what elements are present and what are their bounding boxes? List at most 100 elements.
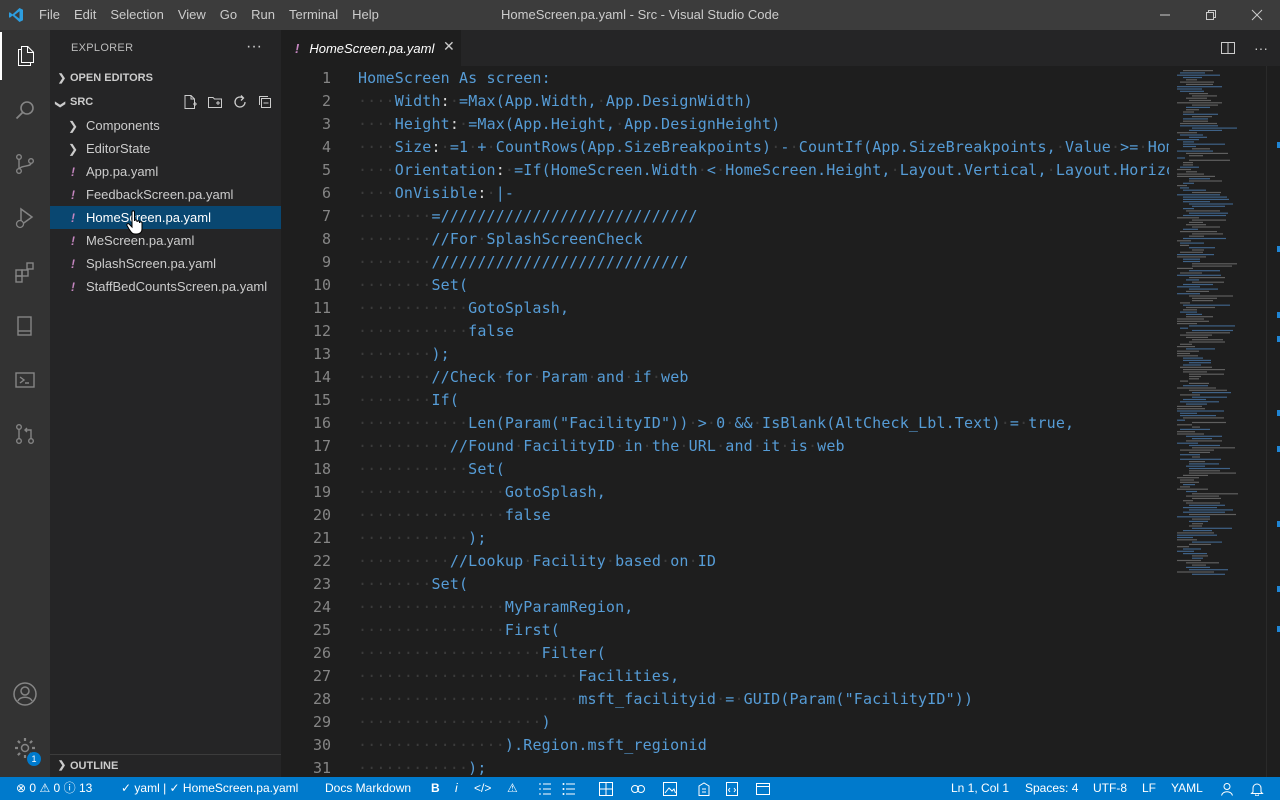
minimap-line bbox=[1180, 72, 1205, 74]
minimap[interactable] bbox=[1169, 66, 1266, 777]
code-line[interactable]: ····OnVisible:·|- bbox=[358, 182, 514, 205]
tree-file-staffbedcountsscreen[interactable]: ! StaffBedCountsScreen.pa.yaml bbox=[50, 275, 281, 298]
image-icon[interactable] bbox=[663, 782, 677, 796]
encoding-status[interactable]: UTF-8 bbox=[1093, 777, 1127, 800]
menu-terminal[interactable]: Terminal bbox=[282, 0, 345, 30]
refresh-icon[interactable] bbox=[232, 94, 248, 110]
code-line[interactable]: ················).Region.msft_regionid bbox=[358, 734, 707, 757]
bullet-list-icon[interactable] bbox=[562, 782, 576, 796]
menu-help[interactable]: Help bbox=[345, 0, 386, 30]
code-line[interactable]: ············false bbox=[358, 320, 514, 343]
extensions-activity[interactable] bbox=[0, 248, 50, 296]
more-actions-button[interactable]: ··· bbox=[246, 38, 262, 56]
indentation-status[interactable]: Spaces: 4 bbox=[1025, 777, 1078, 800]
tree-folder-editorstate[interactable]: ❯ EditorState bbox=[50, 137, 281, 160]
more-actions-icon[interactable]: ··· bbox=[1254, 40, 1268, 56]
tree-file-feedbackscreen[interactable]: ! FeedbackScreen.pa.yaml bbox=[50, 183, 281, 206]
menu-edit[interactable]: Edit bbox=[67, 0, 103, 30]
link-icon[interactable] bbox=[630, 782, 646, 796]
outline-section[interactable]: ❯ OUTLINE bbox=[50, 754, 281, 776]
building-icon[interactable] bbox=[697, 782, 711, 796]
close-window-button[interactable] bbox=[1234, 0, 1280, 30]
code-line[interactable]: ········//Check·for·Param·and·if·web bbox=[358, 366, 689, 389]
code-line[interactable]: ········//////////////////////////// bbox=[358, 251, 689, 274]
menu-file[interactable]: File bbox=[32, 0, 67, 30]
language-mode[interactable]: YAML bbox=[1171, 777, 1203, 800]
terminal-activity[interactable] bbox=[0, 356, 50, 404]
run-debug-activity[interactable] bbox=[0, 194, 50, 242]
minimize-button[interactable] bbox=[1142, 0, 1188, 30]
menu-run[interactable]: Run bbox=[244, 0, 282, 30]
code-line[interactable]: ········Set( bbox=[358, 573, 468, 596]
code-line[interactable]: ········//For·SplashScreenCheck bbox=[358, 228, 643, 251]
search-activity[interactable] bbox=[0, 86, 50, 134]
code-editor[interactable]: 1 2 3 4 5 6 7 8 9 10 11 12 13 14 15 16 17 18 19 20 21 22 23 24 2… bbox=[281, 66, 1169, 777]
code-line[interactable]: ····················Filter( bbox=[358, 642, 606, 665]
problems-indicator[interactable]: ⊗ 0 ⚠ 0 ⓘ 13 bbox=[16, 777, 92, 800]
cursor-position[interactable]: Ln 1, Col 1 bbox=[951, 777, 1009, 800]
code-line[interactable]: ····Width:·=Max(App.Width,·App.DesignWid… bbox=[358, 90, 753, 113]
table-icon[interactable] bbox=[599, 782, 613, 796]
tree-file-homescreen[interactable]: ! HomeScreen.pa.yaml bbox=[50, 206, 281, 229]
numbered-list-icon[interactable] bbox=[538, 782, 552, 796]
code-line[interactable]: ············); bbox=[358, 757, 487, 777]
code-line[interactable]: ············); bbox=[358, 527, 487, 550]
new-folder-icon[interactable] bbox=[207, 94, 223, 110]
code-line[interactable]: ························Facilities, bbox=[358, 665, 679, 688]
tree-file-splashscreen[interactable]: ! SplashScreen.pa.yaml bbox=[50, 252, 281, 275]
tree-file-mescreen[interactable]: ! MeScreen.pa.yaml bbox=[50, 229, 281, 252]
menu-go[interactable]: Go bbox=[213, 0, 244, 30]
menu-selection[interactable]: Selection bbox=[103, 0, 170, 30]
code-line[interactable]: ····Orientation:·=If(HomeScreen.Width·<·… bbox=[358, 159, 1169, 182]
minimap-line bbox=[1189, 362, 1211, 364]
code-line[interactable]: ················MyParamRegion, bbox=[358, 596, 633, 619]
manage-activity[interactable]: 1 bbox=[0, 724, 50, 772]
code-line[interactable]: ··········//Lookup·Facility·based·on·ID bbox=[358, 550, 716, 573]
yaml-schema-status[interactable]: ✓ yaml | ✓ HomeScreen.pa.yaml bbox=[121, 777, 298, 800]
collapse-all-icon[interactable] bbox=[257, 94, 273, 110]
vertical-scrollbar[interactable] bbox=[1266, 66, 1280, 777]
source-control-activity[interactable] bbox=[0, 140, 50, 188]
file-code-icon[interactable] bbox=[725, 782, 739, 796]
feedback-button[interactable] bbox=[1220, 777, 1234, 800]
code-line[interactable]: ········); bbox=[358, 343, 450, 366]
tree-item-label: SplashScreen.pa.yaml bbox=[86, 256, 217, 271]
code-line[interactable]: HomeScreen As screen: bbox=[358, 67, 551, 90]
tree-folder-components[interactable]: ❯ Components bbox=[50, 114, 281, 137]
code-line[interactable]: ················false bbox=[358, 504, 551, 527]
code-line[interactable]: ··········//Found·FacilityID·in·the·URL·… bbox=[358, 435, 845, 458]
code-line[interactable]: ········If( bbox=[358, 389, 459, 412]
notebook-activity[interactable] bbox=[0, 302, 50, 350]
code-line[interactable]: ····················) bbox=[358, 711, 551, 734]
restore-button[interactable] bbox=[1188, 0, 1234, 30]
src-section[interactable]: ❯ SRC bbox=[50, 91, 281, 113]
bold-button[interactable]: B bbox=[431, 777, 440, 800]
new-file-icon[interactable] bbox=[182, 94, 198, 110]
explorer-activity[interactable] bbox=[0, 32, 50, 80]
accounts-activity[interactable] bbox=[0, 670, 50, 718]
notifications-button[interactable] bbox=[1250, 777, 1264, 800]
tree-file-app[interactable]: ! App.pa.yaml bbox=[50, 160, 281, 183]
code-line[interactable]: ················First( bbox=[358, 619, 560, 642]
code-line[interactable]: ············Len(Param("FacilityID"))·>·0… bbox=[358, 412, 1074, 435]
minimap-line bbox=[1183, 162, 1193, 164]
code-line[interactable]: ············GotoSplash, bbox=[358, 297, 569, 320]
code-line[interactable]: ····Height:·=Max(App.Height,·App.DesignH… bbox=[358, 113, 780, 136]
docs-markdown-status[interactable]: Docs Markdown bbox=[325, 777, 411, 800]
italic-button[interactable]: i bbox=[455, 777, 458, 800]
split-editor-icon[interactable] bbox=[1220, 40, 1236, 56]
window-icon[interactable] bbox=[756, 782, 770, 796]
code-line[interactable]: ············Set( bbox=[358, 458, 505, 481]
menu-view[interactable]: View bbox=[171, 0, 213, 30]
code-line[interactable]: ························msft_facilityid·… bbox=[358, 688, 973, 711]
tab-homescreen[interactable]: ! HomeScreen.pa.yaml ✕ bbox=[281, 30, 461, 66]
open-editors-section[interactable]: ❯ OPEN EDITORS bbox=[50, 67, 281, 89]
code-line[interactable]: ········Set( bbox=[358, 274, 468, 297]
code-button[interactable]: </> bbox=[474, 777, 491, 800]
close-tab-icon[interactable]: ✕ bbox=[443, 38, 455, 55]
code-line[interactable]: ········=//////////////////////////// bbox=[358, 205, 698, 228]
eol-status[interactable]: LF bbox=[1142, 777, 1156, 800]
pull-requests-activity[interactable] bbox=[0, 410, 50, 458]
code-line[interactable]: ················GotoSplash, bbox=[358, 481, 606, 504]
code-line[interactable]: ····Size:·=1·+·CountRows(App.SizeBreakpo… bbox=[358, 136, 1169, 159]
